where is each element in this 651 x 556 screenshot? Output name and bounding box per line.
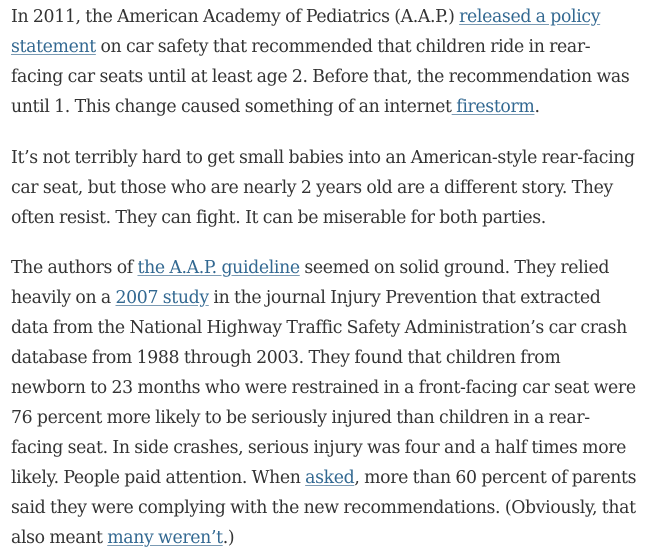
paragraph-policy-statement: In 2011, the American Academy of Pediatr… [11,0,639,122]
article-body: In 2011, the American Academy of Pediatr… [0,0,651,553]
paragraph-text: In 2011, the American Academy of Pediatr… [11,7,460,27]
paragraph-text: It’s not terribly hard to get small babi… [11,148,635,228]
paragraph-toddlers: It’s not terribly hard to get small babi… [11,143,639,233]
paragraph-text: . [534,97,540,117]
paragraph-text: .) [222,528,235,548]
link-aap-guideline[interactable]: the A.A.P. guideline [137,258,300,278]
link-asked[interactable]: asked [305,468,355,488]
link-many-werent[interactable]: many weren’t [107,528,223,548]
paragraph-text: in the journal Injury Prevention that ex… [11,288,636,488]
link-firestorm[interactable]: firestorm [452,97,534,117]
link-2007-study[interactable]: 2007 study [116,288,210,308]
paragraph-text: The authors of [11,258,138,278]
paragraph-study: The authors of the A.A.P. guideline seem… [11,253,639,553]
